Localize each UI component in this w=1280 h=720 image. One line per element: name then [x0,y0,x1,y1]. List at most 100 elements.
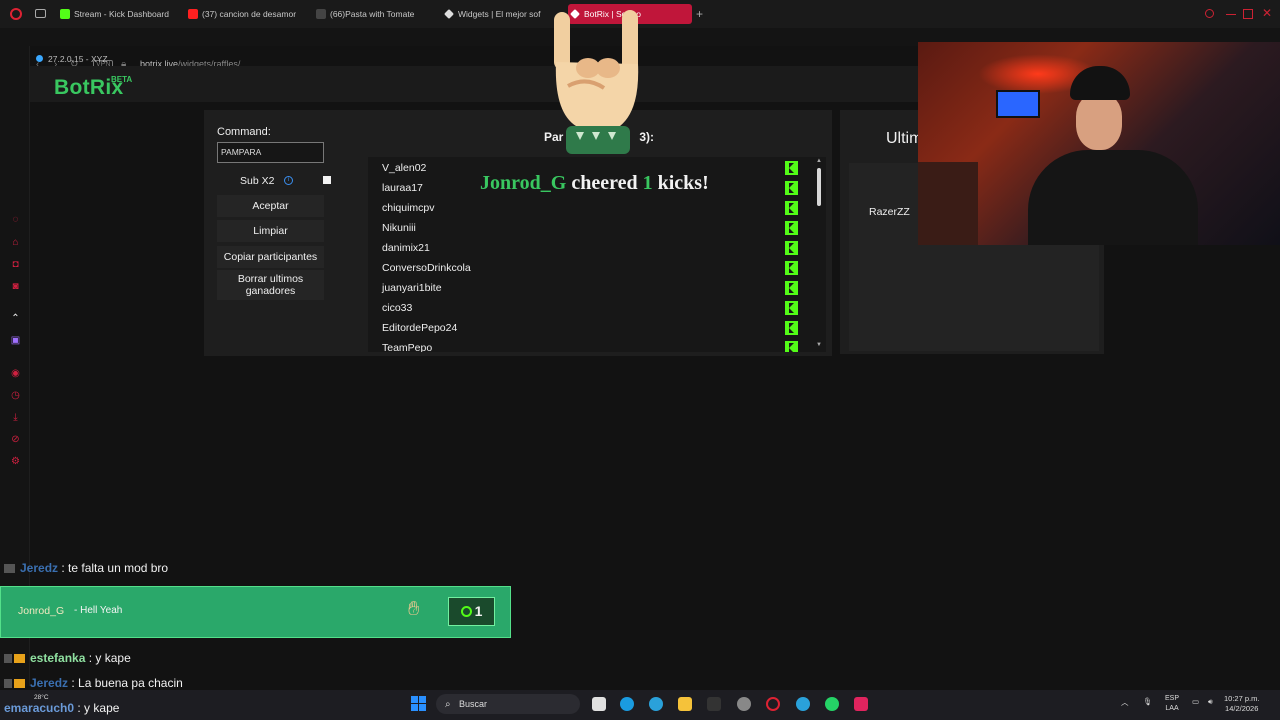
aria-icon[interactable]: ◌ [10,215,21,225]
delete-winners-button[interactable]: Borrar ultimos ganadores [217,270,324,300]
tiktok-icon[interactable] [854,697,868,711]
taskbar-search[interactable]: Buscar [436,694,580,714]
app-version: 27.2.0.15 - XYZ [36,54,108,64]
chat-username: Jeredz [20,561,59,575]
botrix-icon [444,9,454,19]
chat-message: estefanka : y kape [4,651,131,665]
chat-message: Jeredz : La buena pa chacin [4,676,183,690]
task-view-icon[interactable] [592,697,606,711]
telegram-icon[interactable] [649,697,663,711]
chat-badge-icon [4,679,12,689]
list-item: V_alen02 [382,162,427,174]
kick-icon [785,221,798,235]
language-indicator[interactable]: ESP LAA [1165,694,1179,714]
scrollbar-thumb[interactable] [817,168,821,206]
windows-start-icon[interactable] [411,696,427,712]
tab-tiktok[interactable]: (66)Pasta with Tomate [314,4,432,24]
volume-icon[interactable]: 🔊︎ [1208,697,1213,707]
rock-hand-icon [554,10,639,154]
tab-kick-dashboard[interactable]: Stream - Kick Dashboard [58,4,182,24]
sub-x2-checkbox[interactable] [323,176,331,184]
opera-logo-icon[interactable] [10,8,22,20]
accept-button[interactable]: Aceptar [217,195,324,217]
instagram-icon[interactable]: ◙ [10,282,21,292]
chat-text: : y kape [88,651,131,665]
new-tab-button[interactable]: + [696,7,703,21]
info-icon[interactable]: i [284,176,293,185]
youtube-icon [188,9,198,19]
list-item: TeamPepo [382,342,433,352]
rock-hand-small-icon: ✋︎ [408,598,420,620]
cheer-alert: Jonrod_G cheered 1 kicks! [480,172,709,195]
list-item: danimix21 [382,242,430,254]
language-code: ESP [1165,695,1180,702]
close-icon[interactable]: ✕ [1262,6,1272,20]
workspaces-icon[interactable] [35,9,46,18]
file-explorer-icon[interactable] [678,697,692,711]
scroll-up-icon[interactable]: ▲ [816,158,822,164]
command-input[interactable]: PAMPARA [217,142,324,163]
kick-icon [785,161,798,175]
twitch-icon[interactable]: ▣ [10,336,21,346]
tab-label: Stream - Kick Dashboard [74,9,169,19]
capcut-icon[interactable] [707,697,721,711]
streamer-body [1028,150,1198,245]
player-icon[interactable]: ◉ [10,369,21,379]
list-item: juanyari1bite [382,282,442,294]
cheer-alert-amount: 1 [642,172,653,194]
maximize-icon[interactable] [1243,9,1253,19]
tab-label: (37) cancion de desamor [202,9,297,19]
tiktok-icon [316,9,326,19]
opera-gx-icon[interactable] [766,697,780,711]
kick-sidebar-icon[interactable]: ⌃ [10,314,21,324]
telegram-icon[interactable] [796,697,810,711]
taskbar-clock[interactable]: 10:27 p.m. 14/2/2026 [1224,694,1259,714]
chat-username: Jeredz [30,676,69,690]
chat-text: : y kape [77,701,120,715]
settings-icon[interactable]: ⚙ [10,457,21,467]
kick-icon [785,341,798,352]
background-shelf [918,162,978,245]
list-item: Nikuniii [382,222,416,234]
kick-gem-icon [460,606,472,617]
shopping-icon[interactable]: ⌂ [10,238,21,248]
whatsapp-icon[interactable] [825,697,839,711]
clock-time: 10:27 p.m. [1224,694,1260,703]
cheer-count-badge: 1 [448,597,495,626]
microphone-icon[interactable]: 🎙︎ [1143,697,1153,706]
list-item: lauraa17 [382,182,423,194]
tab-widgets[interactable]: Widgets | El mejor sof [442,4,552,24]
chat-message: emaracuch0 : y kape [4,701,119,715]
beta-badge: BETA [111,75,133,84]
cheer-alert-verb: cheered [571,172,638,194]
kick-icon [785,321,798,335]
chat-badge-icon [4,564,15,574]
clear-button[interactable]: Limpiar [217,220,324,242]
winner-item: RazerZZ [869,206,910,218]
sub-x2-label: Sub X2 [240,175,275,187]
list-item: ConversoDrinkcola [382,262,471,274]
command-label: Command: [217,126,271,138]
copy-participants-button[interactable]: Copiar participantes [217,246,324,268]
sub-badge-icon [14,679,25,689]
minimize-icon[interactable] [1226,14,1236,15]
kick-icon [785,281,798,295]
downloads-icon[interactable]: ⤓ [10,413,21,423]
history-icon[interactable]: ◷ [10,391,21,401]
scroll-down-icon[interactable]: ▼ [816,342,822,348]
kick-icon [785,241,798,255]
chat-text: : te falta un mod bro [61,561,169,575]
cheer-username: Jonrod_G [18,605,65,617]
edge-icon[interactable] [620,697,634,711]
messenger-icon[interactable]: ◘ [10,260,21,270]
search-tabs-icon[interactable] [1205,9,1214,18]
tab-youtube[interactable]: (37) cancion de desamor [186,4,300,24]
winners-title: Ultim [886,130,923,147]
tray-chevron-icon[interactable]: ︿ [1121,697,1129,708]
weather-widget[interactable]: 28°C [34,694,49,701]
kick-icon [785,201,798,215]
extensions-icon[interactable]: ⊘ [10,435,21,445]
kick-icon [785,301,798,315]
display-icon[interactable]: ▭ [1192,697,1199,706]
chrome-icon[interactable] [737,697,751,711]
